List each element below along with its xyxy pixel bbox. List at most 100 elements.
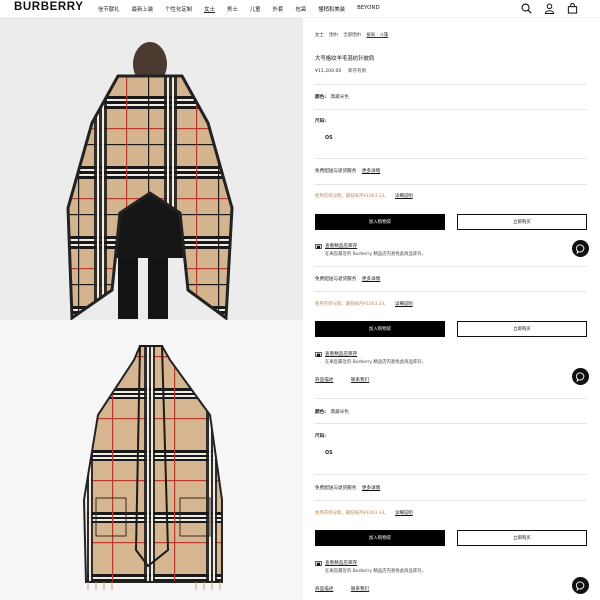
- chat-bubble-icon: [575, 372, 584, 382]
- divider: [315, 291, 587, 292]
- shipping-details-link[interactable]: 更多详情: [362, 486, 380, 491]
- size-option-os[interactable]: OS: [325, 136, 333, 141]
- divider: [315, 266, 587, 267]
- nav-item-men[interactable]: 男士: [227, 5, 238, 13]
- divider: [315, 474, 587, 475]
- breadcrumb-all-scarves[interactable]: 全部围巾: [343, 33, 361, 38]
- breadcrumb-scarves[interactable]: 围巾: [329, 33, 338, 38]
- shipping-row-2: 免费配送与退货服务 更多详情: [315, 276, 380, 282]
- installment-text: 使用花呗分期，最低每月¥1003.33。: [315, 511, 389, 516]
- size-option-os-3[interactable]: OS: [325, 451, 333, 456]
- installment-text: 使用花呗分期，最低每月¥1003.33。: [315, 302, 389, 307]
- store-stock-subtext: 在离您最近的 Burberry 精品店内查找此商品库存。: [325, 360, 427, 365]
- store-stock-title: 查看精品店库存: [325, 244, 358, 249]
- store-stock-link-3[interactable]: 查看精品店库存: [315, 560, 357, 566]
- color-label: 颜色:: [315, 95, 327, 100]
- nav-item-new-arrivals[interactable]: 最新上装: [132, 5, 154, 13]
- buy-now-button[interactable]: 立即购买: [457, 214, 587, 230]
- shipping-row-3: 免费配送与退货服务 更多详情: [315, 485, 380, 491]
- store-stock-subtext: 在离您最近的 Burberry 精品店内查找此商品库存。: [325, 569, 427, 574]
- product-title: 大号格纹羊毛混纺针披肩: [315, 56, 375, 62]
- nav-item-beauty[interactable]: 懂稍和美装: [318, 5, 345, 13]
- divider: [315, 158, 587, 159]
- add-to-bag-button-3[interactable]: 加入购物袋: [315, 530, 445, 546]
- buy-now-button-2[interactable]: 立即购买: [457, 321, 587, 337]
- add-to-bag-button-2[interactable]: 加入购物袋: [315, 321, 445, 337]
- shipping-details-link[interactable]: 更多详情: [362, 169, 380, 174]
- store-stock-link-2[interactable]: 查看精品店库存: [315, 351, 357, 357]
- breadcrumb-capes[interactable]: 披肩 · 斗篷: [366, 33, 388, 38]
- shipping-text: 免费配送与退货服务: [315, 169, 357, 174]
- installment-row-2: 使用花呗分期，最低每月¥1003.33。 详细说明: [315, 301, 413, 307]
- store-stock-subtext: 在离您最近的 Burberry 精品店内查找此商品库存。: [325, 252, 427, 257]
- product-description-link[interactable]: 商品描述: [315, 587, 333, 592]
- color-row-3: 颜色: 典藏米色: [315, 409, 349, 415]
- nav-item-bags[interactable]: 包袋: [295, 5, 306, 13]
- installment-details-link[interactable]: 详细说明: [395, 511, 413, 516]
- nav-item-personalisation[interactable]: 个性化定制: [165, 5, 192, 13]
- chat-button[interactable]: [572, 240, 589, 257]
- header-actions: [509, 3, 578, 14]
- cape-flat-illustration: [0, 320, 303, 600]
- bag-icon[interactable]: [567, 3, 578, 14]
- divider: [315, 109, 587, 110]
- size-label-text: 尺码:: [315, 119, 327, 124]
- installment-details-link[interactable]: 详细说明: [395, 302, 413, 307]
- add-to-bag-button[interactable]: 加入购物袋: [315, 214, 445, 230]
- description-links-3: 商品描述 联系我们: [315, 586, 369, 592]
- divider: [315, 500, 587, 501]
- store-icon: [315, 351, 322, 357]
- color-row: 颜色: 典藏米色: [315, 94, 349, 100]
- product-image-back-view[interactable]: [0, 18, 303, 320]
- contact-us-link[interactable]: 联系我们: [351, 587, 369, 592]
- shipping-details-link[interactable]: 更多详情: [362, 277, 380, 282]
- chat-bubble-icon: [575, 244, 584, 254]
- divider: [315, 84, 587, 85]
- size-label: 尺码:: [315, 118, 326, 124]
- store-icon: [315, 243, 322, 249]
- breadcrumb-women[interactable]: 女士: [315, 33, 324, 38]
- store-stock-link[interactable]: 查看精品店库存: [315, 243, 357, 249]
- divider: [315, 398, 587, 399]
- divider: [315, 184, 587, 185]
- breadcrumb: 女士 围巾 全部围巾 披肩 · 斗篷: [315, 32, 392, 38]
- installment-details-link[interactable]: 详细说明: [395, 194, 413, 199]
- divider: [315, 423, 587, 424]
- installment-row-3: 使用花呗分期，最低每月¥1003.33。 详细说明: [315, 510, 413, 516]
- contact-us-link[interactable]: 联系我们: [351, 378, 369, 383]
- brand-logo[interactable]: BURBERRY: [14, 1, 84, 13]
- site-header: BURBERRY 信节献礼 最新上装 个性化定制 女士 男士 儿童 外套 包袋 …: [0, 0, 600, 18]
- installment-text: 使用花呗分期，最低每月¥1003.33。: [315, 194, 389, 199]
- chat-bubble-icon: [575, 581, 584, 591]
- nav-item-beyond[interactable]: BEYOND: [357, 5, 380, 13]
- product-image-flat-view[interactable]: [0, 320, 303, 600]
- account-icon[interactable]: [544, 3, 555, 14]
- chat-button[interactable]: [572, 577, 589, 594]
- shipping-text: 免费配送与退货服务: [315, 486, 357, 491]
- shipping-text: 免费配送与退货服务: [315, 277, 357, 282]
- color-label: 颜色:: [315, 410, 327, 415]
- product-details-panel: 女士 围巾 全部围巾 披肩 · 斗篷 大号格纹羊毛混纺针披肩 ¥11,200.0…: [303, 18, 600, 600]
- product-price-row: ¥11,200.00 库存有限: [315, 68, 366, 74]
- main-nav: 信节献礼 最新上装 个性化定制 女士 男士 儿童 外套 包袋 懂稍和美装 BEY…: [98, 5, 392, 13]
- nav-item-women[interactable]: 女士: [204, 5, 215, 13]
- description-links: 商品描述 联系我们: [315, 377, 369, 383]
- product-price: ¥11,200.00: [315, 69, 342, 74]
- nav-item-gifts[interactable]: 信节献礼: [98, 5, 120, 13]
- installment-row: 使用花呗分期，最低每月¥1003.33。 详细说明: [315, 193, 413, 199]
- search-icon[interactable]: [521, 3, 532, 14]
- shipping-row: 免费配送与退货服务 更多详情: [315, 168, 380, 174]
- cape-back-illustration: [0, 18, 303, 320]
- nav-item-outerwear[interactable]: 外套: [273, 5, 284, 13]
- nav-item-children[interactable]: 儿童: [250, 5, 261, 13]
- product-description-link[interactable]: 商品描述: [315, 378, 333, 383]
- stock-status: 库存有限: [347, 69, 367, 74]
- store-stock-title: 查看精品店库存: [325, 352, 358, 357]
- chat-button[interactable]: [572, 368, 589, 385]
- size-label-3: 尺码:: [315, 433, 326, 439]
- buy-now-button-3[interactable]: 立即购买: [457, 530, 587, 546]
- store-icon: [315, 560, 322, 566]
- store-stock-title: 查看精品店库存: [325, 561, 358, 566]
- size-label-text: 尺码:: [315, 434, 327, 439]
- color-value: 典藏米色: [330, 95, 349, 100]
